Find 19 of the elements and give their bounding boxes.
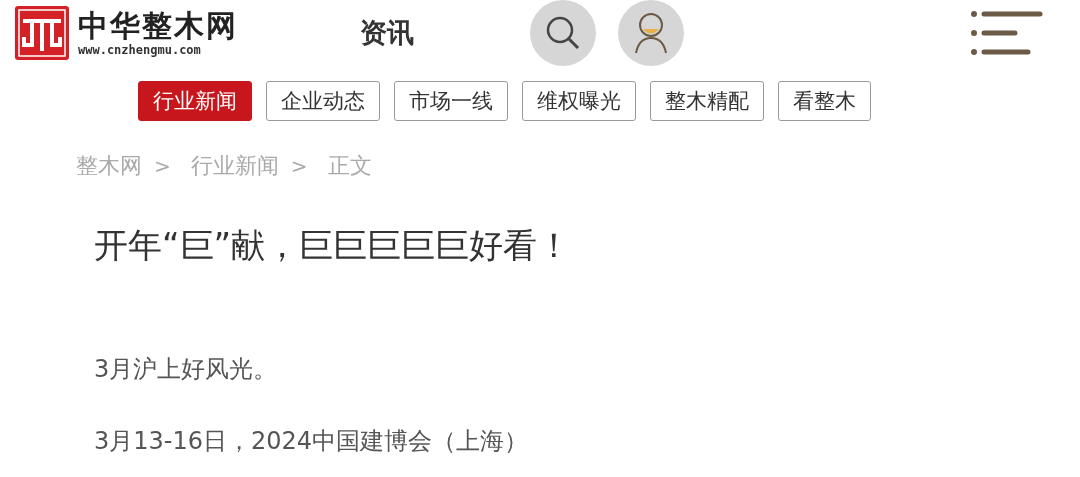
category-tab[interactable]: 看整木: [778, 81, 871, 121]
article-paragraph: 3月沪上好风光。: [94, 354, 279, 385]
user-icon: [633, 12, 669, 54]
site-url: www.cnzhengmu.com: [78, 43, 202, 57]
article-paragraph: 3月13-16日，2024中国建博会（上海）: [94, 426, 530, 457]
site-name: 中华整木网: [78, 9, 238, 43]
category-tab[interactable]: 企业动态: [266, 81, 380, 121]
breadcrumb-separator: >: [154, 154, 171, 178]
article-title: 开年“巨”献，巨巨巨巨巨好看！: [94, 224, 573, 267]
logo-icon: [14, 5, 70, 61]
menu-icon: [970, 9, 1044, 57]
breadcrumb-separator: >: [290, 154, 308, 178]
category-tab[interactable]: 行业新闻: [138, 81, 252, 121]
search-icon: [544, 14, 582, 52]
category-tab[interactable]: 市场一线: [394, 81, 508, 121]
section-title: 资讯: [360, 16, 415, 50]
menu-button[interactable]: [970, 9, 1044, 57]
category-tab[interactable]: 整木精配: [650, 81, 764, 121]
category-tab[interactable]: 维权曝光: [522, 81, 636, 121]
